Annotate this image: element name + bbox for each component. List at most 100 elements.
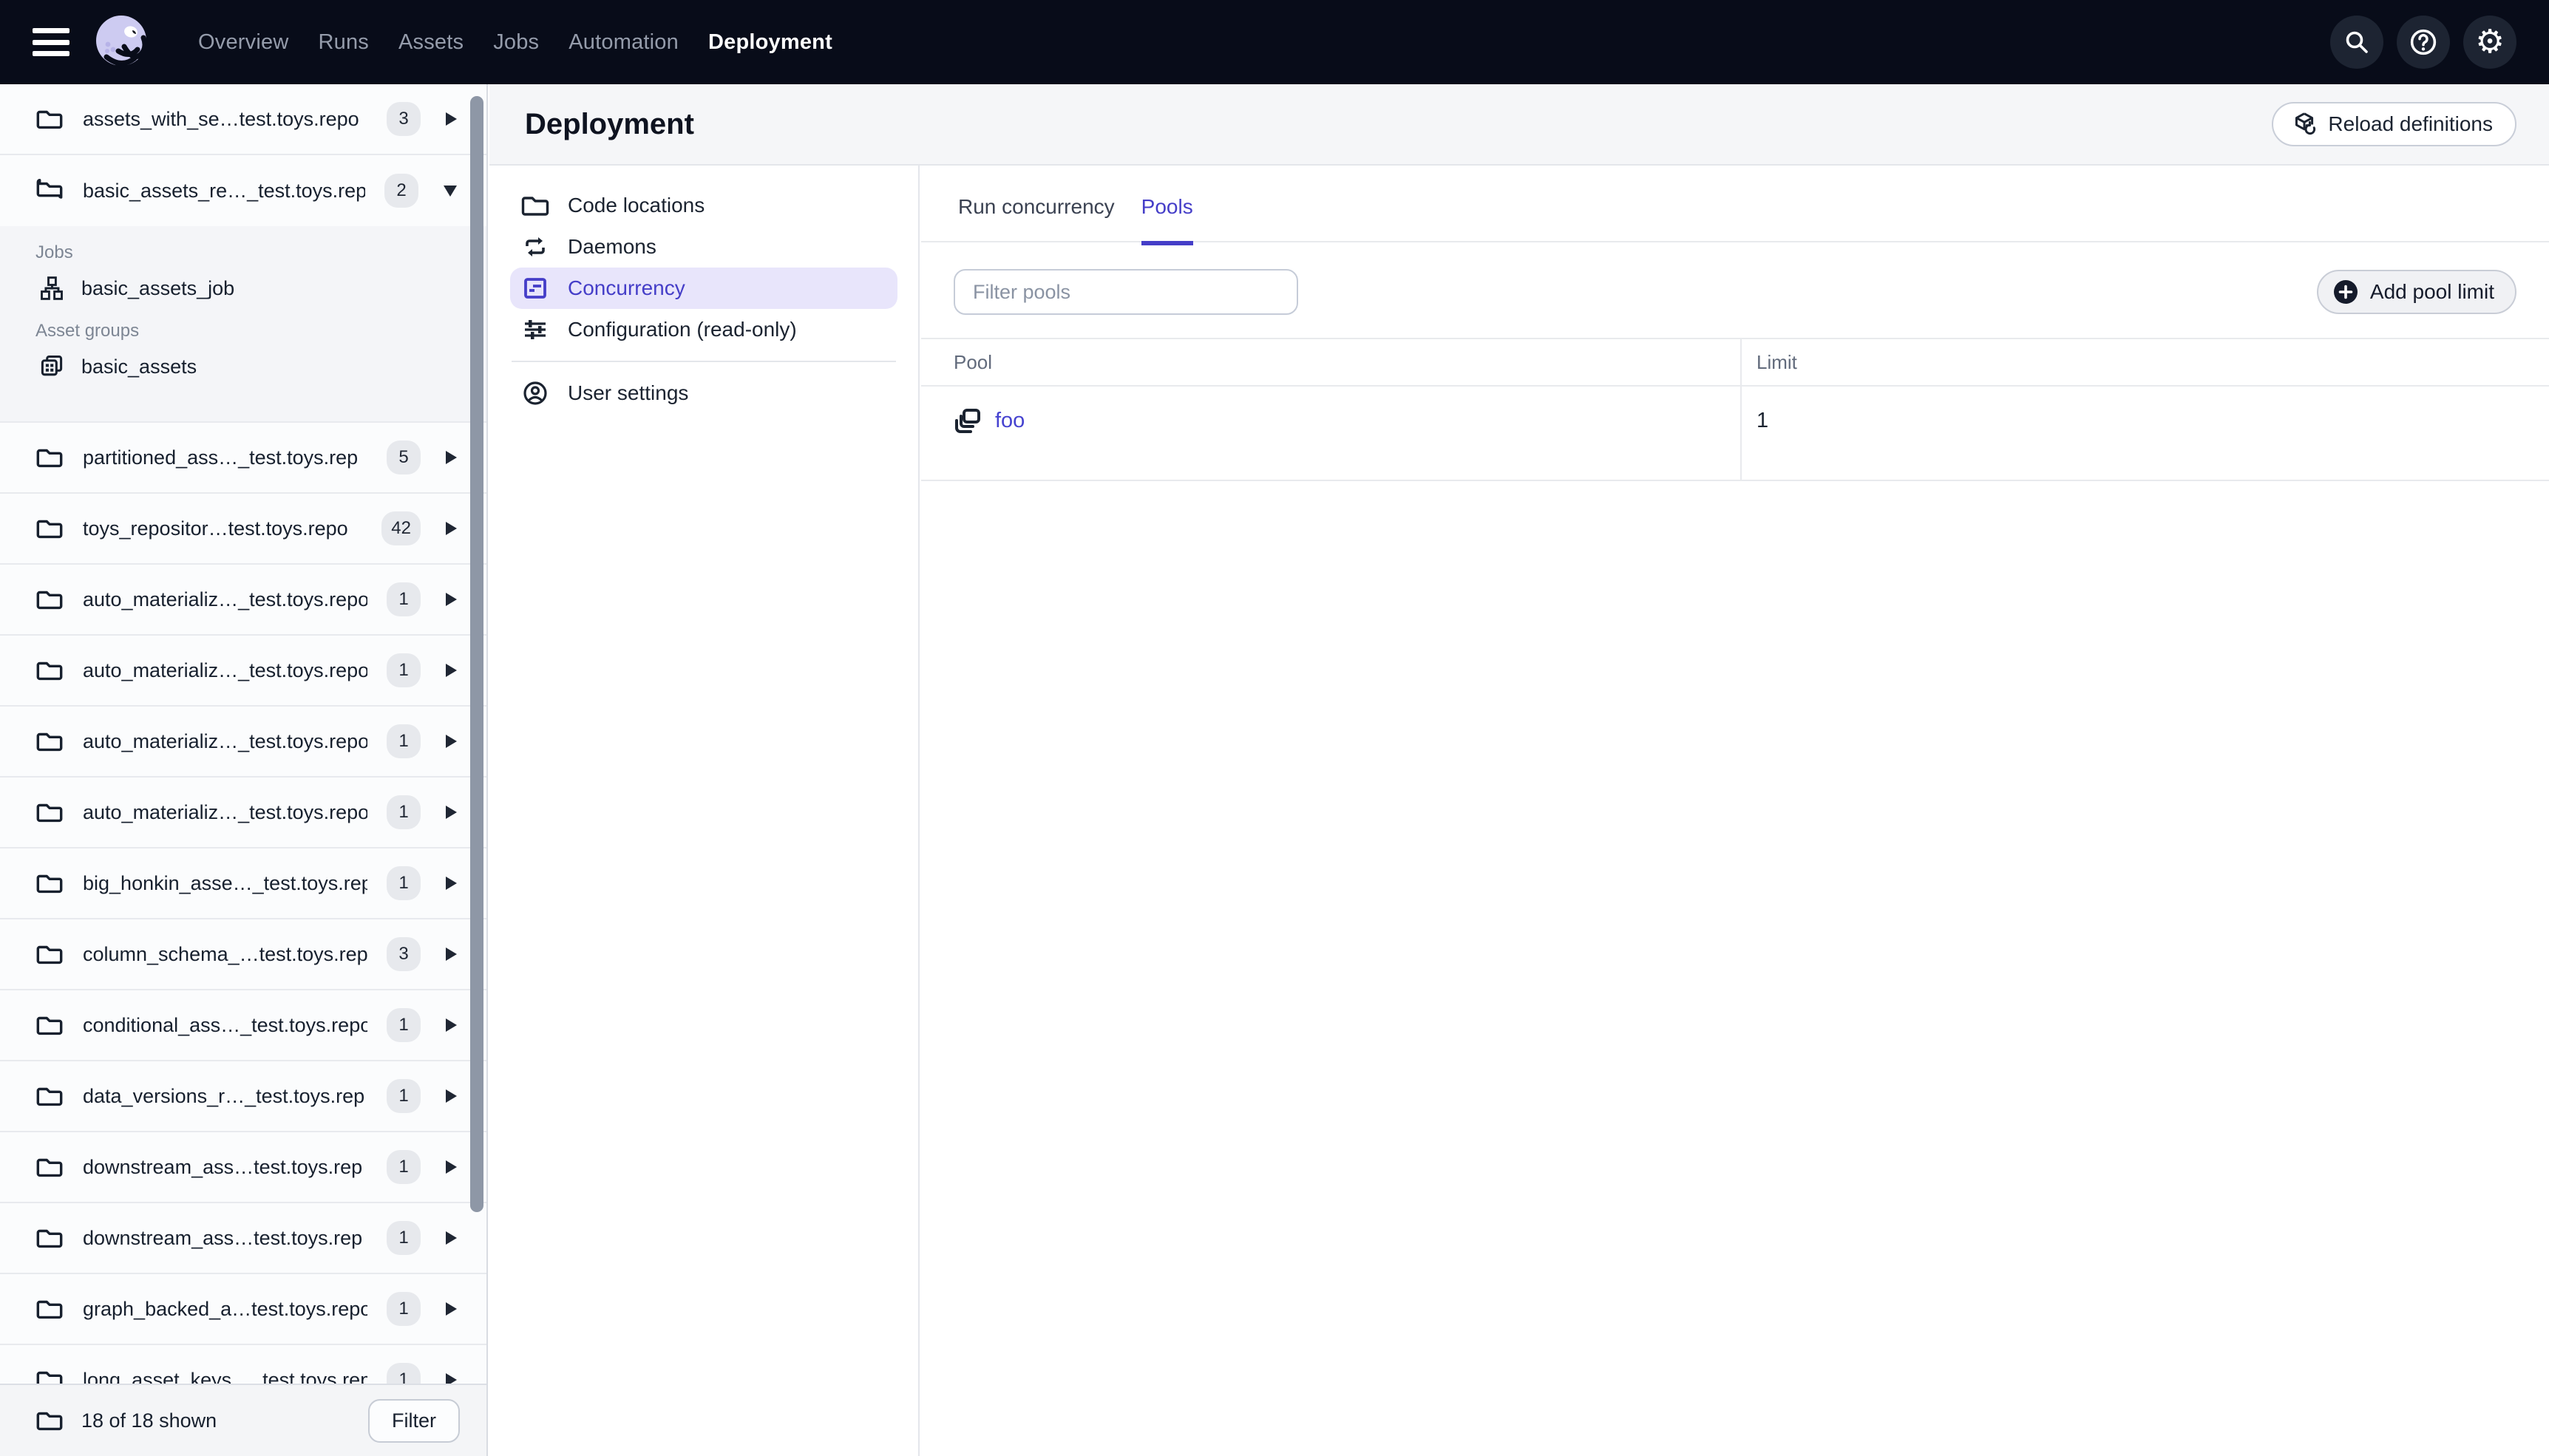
- asset-count-badge: 2: [384, 174, 418, 208]
- pool-stack-icon: [955, 409, 980, 433]
- folder-icon: [521, 197, 549, 216]
- asset-count-badge: 1: [387, 724, 421, 758]
- search-icon: [2346, 31, 2368, 53]
- asset-count-badge: 1: [387, 653, 421, 687]
- job-item[interactable]: basic_assets_job: [0, 268, 486, 309]
- asset-count-badge: 42: [381, 511, 421, 545]
- chevron-right-icon[interactable]: [446, 664, 457, 677]
- chevron-right-icon[interactable]: [446, 735, 457, 748]
- filter-pools-input[interactable]: [954, 269, 1298, 315]
- chevron-right-icon[interactable]: [446, 593, 457, 606]
- folder-icon: [36, 591, 63, 610]
- repo-row[interactable]: auto_materializ…_test.toys.repo 1: [0, 778, 486, 848]
- nav-item-daemons[interactable]: Daemons: [510, 226, 897, 268]
- concurrency-icon: [524, 278, 546, 299]
- main-area: Deployment Reload definitions Code locat…: [489, 84, 2549, 1456]
- chevron-right-icon[interactable]: [446, 112, 457, 126]
- settings-button[interactable]: ⚙: [2463, 16, 2516, 69]
- nav-item-configuration[interactable]: Configuration (read-only): [510, 309, 897, 350]
- folder-icon: [36, 945, 63, 965]
- reload-cube-icon: [2295, 112, 2316, 135]
- asset-count-badge: 5: [387, 440, 421, 474]
- repo-row[interactable]: big_honkin_asse…_test.toys.rep 1: [0, 848, 486, 919]
- repo-row[interactable]: auto_materializ…_test.toys.repo 1: [0, 636, 486, 707]
- add-pool-limit-button[interactable]: Add pool limit: [2316, 270, 2516, 314]
- folder-icon: [36, 1087, 63, 1106]
- sidebar-footer: 18 of 18 shown Filter: [0, 1384, 486, 1456]
- repo-row[interactable]: assets_with_se…test.toys.repo 3: [0, 84, 486, 155]
- pools-toolbar: Add pool limit: [954, 269, 2516, 315]
- repo-row[interactable]: data_versions_r…_test.toys.rep 1: [0, 1061, 486, 1132]
- chevron-right-icon[interactable]: [446, 1089, 457, 1103]
- asset-count-badge: 1: [387, 1221, 421, 1255]
- asset-count-badge: 1: [387, 1150, 421, 1184]
- chevron-down-icon[interactable]: [444, 185, 457, 197]
- asset-count-badge: 1: [387, 866, 421, 900]
- pool-link-foo[interactable]: foo: [995, 409, 1025, 433]
- chevron-right-icon[interactable]: [446, 1302, 457, 1316]
- repo-row[interactable]: auto_materializ…_test.toys.repo 1: [0, 565, 486, 636]
- asset-count-badge: 1: [387, 582, 421, 616]
- nav-item-assets[interactable]: Assets: [384, 30, 478, 55]
- hamburger-menu-icon[interactable]: [33, 28, 69, 56]
- repo-row[interactable]: conditional_ass…_test.toys.repo 1: [0, 990, 486, 1061]
- chevron-right-icon[interactable]: [446, 806, 457, 819]
- folder-icon: [36, 1412, 63, 1431]
- asset-group-item[interactable]: basic_assets: [0, 346, 486, 387]
- jobs-section-label: Jobs: [35, 242, 73, 262]
- job-icon: [41, 276, 63, 300]
- chevron-right-icon[interactable]: [446, 948, 457, 961]
- nav-item-automation[interactable]: Automation: [554, 30, 693, 55]
- nav-divider: [512, 361, 896, 362]
- nav-item-concurrency[interactable]: Concurrency: [510, 268, 897, 309]
- folder-icon: [36, 520, 63, 539]
- user-icon: [523, 381, 547, 405]
- nav-item-deployment[interactable]: Deployment: [693, 30, 847, 55]
- folder-icon: [36, 1300, 63, 1319]
- nav-item-jobs[interactable]: Jobs: [478, 30, 554, 55]
- dagster-logo[interactable]: [92, 13, 151, 72]
- tab-run-concurrency[interactable]: Run concurrency: [958, 195, 1115, 244]
- asset-count-badge: 1: [387, 795, 421, 829]
- repo-row[interactable]: partitioned_ass…_test.toys.rep 5: [0, 423, 486, 494]
- concurrency-tabs: Run concurrency Pools: [921, 166, 2549, 245]
- nav-item-code-locations[interactable]: Code locations: [510, 185, 897, 226]
- repo-row[interactable]: column_schema_…test.toys.rep 3: [0, 919, 486, 990]
- chevron-right-icon[interactable]: [446, 522, 457, 535]
- repo-row[interactable]: auto_materializ…_test.toys.repo 1: [0, 707, 486, 778]
- folder-icon: [36, 110, 63, 129]
- sidebar-filter-button[interactable]: Filter: [368, 1398, 460, 1443]
- deployment-settings-nav: Code locations Daemons Concurrency Confi…: [489, 166, 920, 1456]
- nav-item-user-settings[interactable]: User settings: [510, 372, 897, 414]
- chevron-right-icon[interactable]: [446, 451, 457, 464]
- help-button[interactable]: [2397, 16, 2450, 69]
- nav-item-runs[interactable]: Runs: [303, 30, 384, 55]
- plus-circle-icon: [2333, 280, 2358, 304]
- pools-table: Pool Limit foo 1: [921, 338, 2549, 481]
- tab-pools[interactable]: Pools: [1141, 195, 1193, 245]
- search-button[interactable]: [2330, 16, 2383, 69]
- folder-icon: [36, 1016, 63, 1035]
- nav-item-overview[interactable]: Overview: [183, 30, 303, 55]
- expanded-repo-panel: Jobs basic_assets_job Asset groups basic…: [0, 226, 486, 423]
- chevron-right-icon[interactable]: [446, 1231, 457, 1245]
- page-title: Deployment: [525, 107, 694, 140]
- reload-definitions-button[interactable]: Reload definitions: [2272, 102, 2516, 146]
- swap-arrows-icon: [526, 237, 545, 256]
- asset-count-badge: 1: [387, 1292, 421, 1326]
- sidebar-scrollbar[interactable]: [470, 96, 483, 1212]
- repo-row-expanded[interactable]: basic_assets_re…_test.toys.rep 2: [0, 155, 486, 226]
- repo-row[interactable]: downstream_ass…test.toys.rep 1: [0, 1203, 486, 1274]
- repo-row[interactable]: downstream_ass…test.toys.rep 1: [0, 1132, 486, 1203]
- folder-icon: [36, 661, 63, 681]
- chevron-right-icon[interactable]: [446, 1018, 457, 1032]
- concurrency-content: Run concurrency Pools Add pool limit Poo…: [921, 166, 2549, 1456]
- chevron-right-icon[interactable]: [446, 877, 457, 890]
- column-header-pool: Pool: [954, 350, 993, 373]
- folder-icon: [36, 1229, 63, 1248]
- asset-count-badge: 3: [387, 937, 421, 971]
- repo-row[interactable]: graph_backed_a…test.toys.repo 1: [0, 1274, 486, 1345]
- repo-row[interactable]: toys_repositor…test.toys.repo 42: [0, 494, 486, 565]
- chevron-right-icon[interactable]: [446, 1160, 457, 1174]
- page-header: Deployment Reload definitions: [489, 84, 2549, 166]
